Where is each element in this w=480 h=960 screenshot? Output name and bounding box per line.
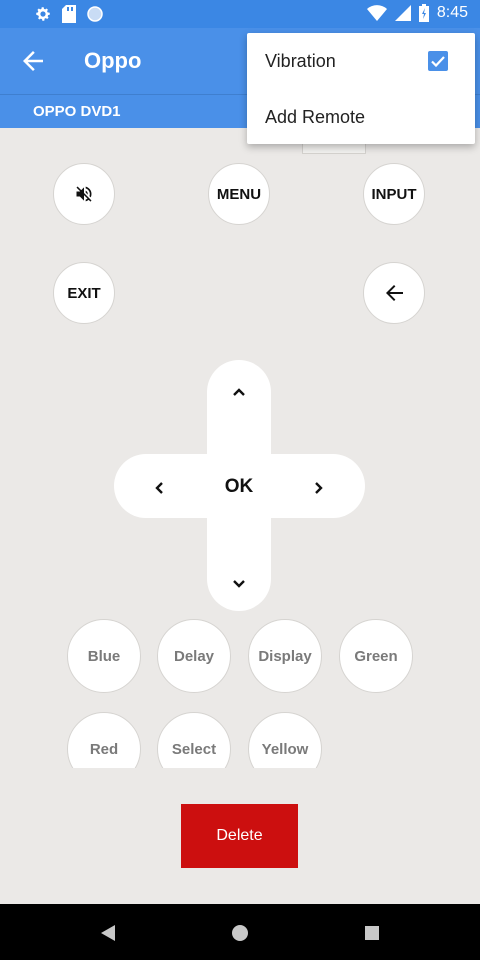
wifi-icon <box>366 5 387 21</box>
checkmark-icon <box>431 56 445 68</box>
chevron-down-icon <box>233 580 245 588</box>
dpad-ok-button[interactable]: OK <box>214 476 264 498</box>
dpad-down-button[interactable] <box>219 564 259 604</box>
remote-back-button[interactable] <box>363 262 425 324</box>
menu-item-vibration[interactable]: Vibration <box>247 33 475 89</box>
vibration-checkbox[interactable] <box>428 51 448 71</box>
overflow-menu: Vibration Add Remote <box>247 33 475 144</box>
yellow-button[interactable]: Yellow <box>248 712 322 768</box>
chevron-left-icon <box>155 482 163 494</box>
status-bar: 8:45 <box>0 0 480 28</box>
select-button[interactable]: Select <box>157 712 231 768</box>
delete-button[interactable]: Delete <box>181 804 298 868</box>
battery-icon <box>418 4 429 22</box>
remote-name: OPPO DVD1 <box>33 103 121 120</box>
arrow-left-icon <box>386 285 403 301</box>
menu-button[interactable]: MENU <box>208 163 270 225</box>
chevron-right-icon <box>315 482 323 494</box>
blue-button[interactable]: Blue <box>67 619 141 693</box>
red-button[interactable]: Red <box>67 712 141 768</box>
nav-back-button[interactable] <box>97 922 119 944</box>
menu-item-add-remote[interactable]: Add Remote <box>247 89 475 145</box>
chevron-up-icon <box>233 388 245 396</box>
arrow-left-icon <box>23 51 43 71</box>
status-time: 8:45 <box>436 4 468 21</box>
status-left-icons <box>34 5 104 23</box>
app-title: Oppo <box>84 48 142 73</box>
status-right-icons: 8:45 <box>366 4 468 22</box>
delay-button[interactable]: Delay <box>157 619 231 693</box>
gear-icon <box>36 7 50 21</box>
home-circle-icon <box>232 925 248 941</box>
nav-recents-button[interactable] <box>361 922 383 944</box>
nav-home-button[interactable] <box>229 922 251 944</box>
signal-icon <box>394 5 411 21</box>
circle-icon <box>87 6 103 22</box>
display-button[interactable]: Display <box>248 619 322 693</box>
input-button[interactable]: INPUT <box>363 163 425 225</box>
green-button[interactable]: Green <box>339 619 413 693</box>
back-triangle-icon <box>101 925 115 941</box>
sd-card-icon <box>62 5 76 23</box>
recents-square-icon <box>365 926 379 940</box>
navigation-bar <box>0 904 480 960</box>
tab-indicator <box>302 144 366 154</box>
mute-button[interactable] <box>53 163 115 225</box>
dpad-right-button[interactable] <box>298 468 338 508</box>
back-button[interactable] <box>18 46 48 76</box>
menu-item-label: Vibration <box>265 51 336 71</box>
dpad-up-button[interactable] <box>219 372 259 412</box>
button-row-clipped: Red Select Yellow <box>60 706 360 768</box>
menu-item-label: Add Remote <box>265 107 366 127</box>
dpad-left-button[interactable] <box>140 468 180 508</box>
exit-button[interactable]: EXIT <box>53 262 115 324</box>
mute-icon <box>76 186 92 202</box>
